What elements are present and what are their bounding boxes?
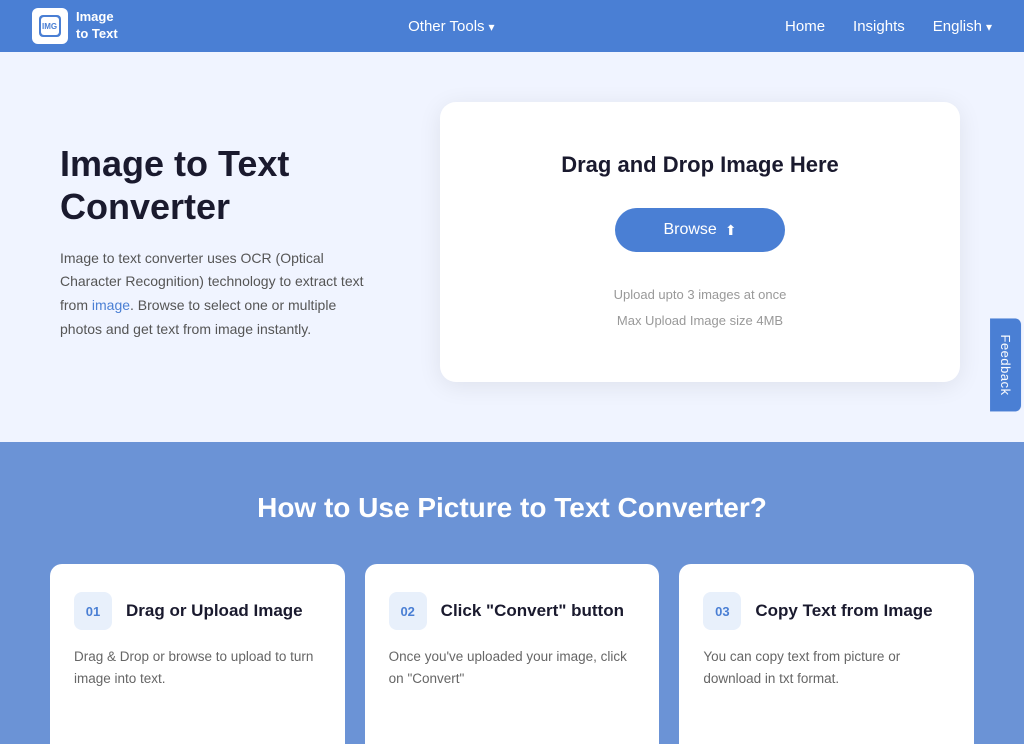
hero-section: Image to Text Converter Image to text co… bbox=[0, 52, 1024, 442]
how-to-title: How to Use Picture to Text Converter? bbox=[50, 492, 974, 524]
step-2-header: 02 Click "Convert" button bbox=[389, 592, 636, 630]
step-card-1: 01 Drag or Upload Image Drag & Drop or b… bbox=[50, 564, 345, 744]
hero-description: Image to text converter uses OCR (Optica… bbox=[60, 247, 380, 342]
step-2-title: Click "Convert" button bbox=[441, 600, 624, 622]
nav-right: Home Insights English bbox=[785, 18, 992, 35]
upload-title: Drag and Drop Image Here bbox=[561, 152, 839, 178]
upload-info-line1: Upload upto 3 images at once bbox=[614, 282, 787, 308]
logo[interactable]: IMG Imageto Text bbox=[32, 8, 118, 44]
nav-center: Other Tools bbox=[408, 18, 494, 35]
hero-text: Image to Text Converter Image to text co… bbox=[60, 142, 380, 342]
navbar: IMG Imageto Text Other Tools Home Insigh… bbox=[0, 0, 1024, 52]
browse-label: Browse bbox=[663, 221, 716, 239]
language-chevron-icon bbox=[986, 18, 992, 35]
step-3-desc: You can copy text from picture or downlo… bbox=[703, 646, 950, 689]
logo-text: Imageto Text bbox=[76, 9, 118, 43]
upload-info: Upload upto 3 images at once Max Upload … bbox=[614, 282, 787, 334]
step-card-2: 02 Click "Convert" button Once you've up… bbox=[365, 564, 660, 744]
home-link[interactable]: Home bbox=[785, 18, 825, 35]
step-1-header: 01 Drag or Upload Image bbox=[74, 592, 321, 630]
step-1-title: Drag or Upload Image bbox=[126, 600, 303, 622]
how-to-section: How to Use Picture to Text Converter? 01… bbox=[0, 442, 1024, 744]
step-1-desc: Drag & Drop or browse to upload to turn … bbox=[74, 646, 321, 689]
step-3-num: 03 bbox=[703, 592, 741, 630]
language-dropdown[interactable]: English bbox=[933, 18, 992, 35]
highlight-image: image bbox=[92, 297, 130, 313]
browse-button[interactable]: Browse ⬆ bbox=[615, 208, 784, 252]
step-2-desc: Once you've uploaded your image, click o… bbox=[389, 646, 636, 689]
other-tools-dropdown[interactable]: Other Tools bbox=[408, 18, 494, 35]
step-card-3: 03 Copy Text from Image You can copy tex… bbox=[679, 564, 974, 744]
step-3-header: 03 Copy Text from Image bbox=[703, 592, 950, 630]
upload-area[interactable]: Drag and Drop Image Here Browse ⬆ Upload… bbox=[440, 102, 960, 382]
hero-title: Image to Text Converter bbox=[60, 142, 380, 228]
step-1-num: 01 bbox=[74, 592, 112, 630]
insights-link[interactable]: Insights bbox=[853, 18, 905, 35]
svg-text:IMG: IMG bbox=[42, 22, 57, 31]
other-tools-chevron-icon bbox=[489, 18, 495, 35]
other-tools-label: Other Tools bbox=[408, 18, 484, 35]
step-3-title: Copy Text from Image bbox=[755, 600, 932, 622]
upload-icon: ⬆ bbox=[725, 222, 737, 239]
logo-icon: IMG bbox=[32, 8, 68, 44]
language-label: English bbox=[933, 18, 982, 35]
feedback-tab[interactable]: Feedback bbox=[990, 318, 1021, 411]
steps-row: 01 Drag or Upload Image Drag & Drop or b… bbox=[50, 564, 974, 744]
step-2-num: 02 bbox=[389, 592, 427, 630]
upload-info-line2: Max Upload Image size 4MB bbox=[614, 308, 787, 334]
